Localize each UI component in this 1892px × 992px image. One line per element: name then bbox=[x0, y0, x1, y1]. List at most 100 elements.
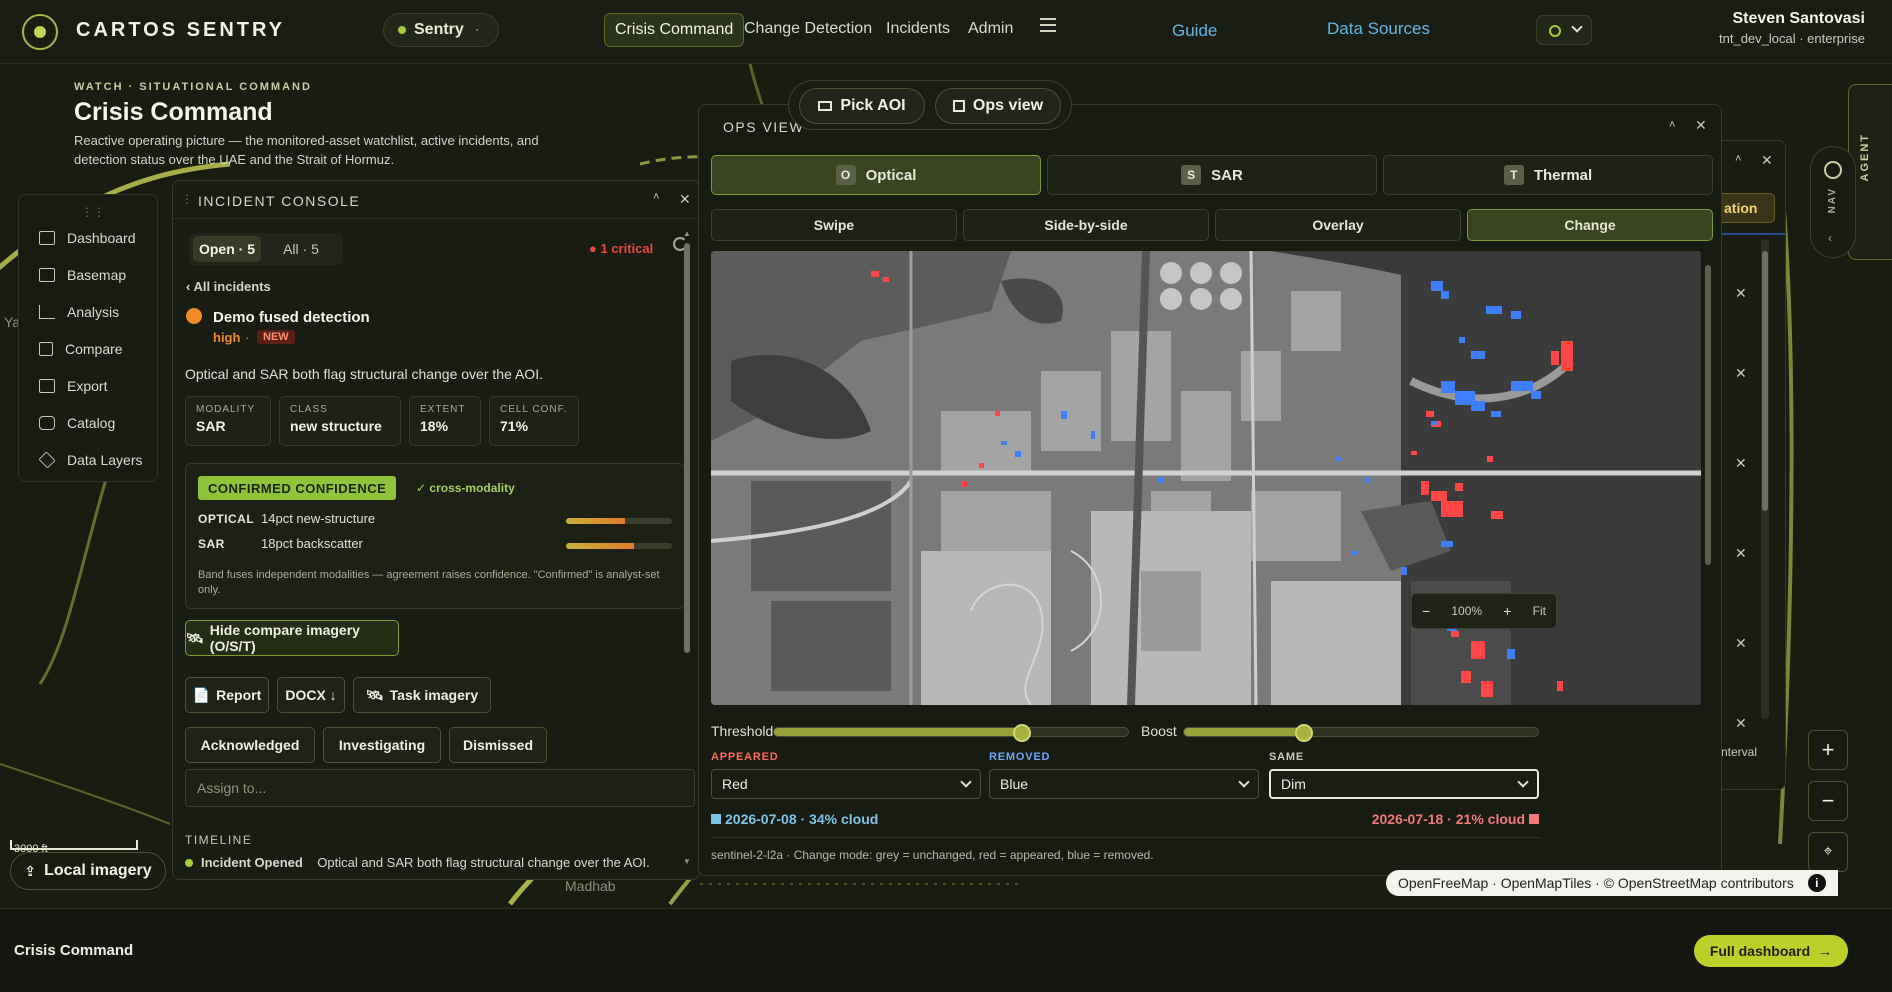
remove-icon[interactable]: ✕ bbox=[1735, 635, 1747, 652]
mode-sar-button[interactable]: S SAR bbox=[1047, 155, 1377, 195]
remove-icon[interactable]: ✕ bbox=[1735, 365, 1747, 382]
tab-change-detection[interactable]: Change Detection bbox=[744, 20, 872, 38]
data-sources-link[interactable]: Data Sources bbox=[1327, 19, 1430, 39]
zoom-out-button[interactable]: − bbox=[1422, 603, 1430, 619]
remove-icon[interactable]: ✕ bbox=[1735, 545, 1747, 562]
incident-console-header[interactable]: ⋮ INCIDENT CONSOLE ˄ ✕ bbox=[173, 181, 699, 219]
tab-open[interactable]: Open · 5 bbox=[193, 236, 261, 262]
zoom-out-button[interactable]: − bbox=[1808, 781, 1848, 821]
catalog-icon bbox=[39, 416, 55, 430]
tab-crisis-command[interactable]: Crisis Command bbox=[604, 13, 745, 47]
dismissed-button[interactable]: Dismissed bbox=[449, 727, 547, 763]
menu-icon[interactable] bbox=[1040, 18, 1056, 32]
info-icon[interactable]: i bbox=[1807, 874, 1826, 892]
boost-slider[interactable] bbox=[1183, 724, 1539, 742]
report-button[interactable]: 📄 Report bbox=[185, 677, 269, 713]
attribution-text[interactable]: OpenFreeMap · OpenMapTiles · © OpenStree… bbox=[1398, 875, 1794, 891]
threshold-label: Threshold bbox=[711, 723, 774, 739]
acknowledged-button[interactable]: Acknowledged bbox=[185, 727, 315, 763]
remove-icon[interactable]: ✕ bbox=[1735, 285, 1747, 302]
watchlist-tab[interactable]: ation bbox=[1717, 193, 1775, 223]
zoom-level: 100% bbox=[1451, 604, 1483, 618]
mode-optical-button[interactable]: O Optical bbox=[711, 155, 1041, 195]
ops-view-button[interactable]: Ops view bbox=[935, 88, 1061, 124]
remove-icon[interactable]: ✕ bbox=[1735, 455, 1747, 472]
compare-side-by-side-button[interactable]: Side-by-side bbox=[963, 209, 1209, 241]
slider-thumb[interactable] bbox=[1012, 724, 1031, 742]
environment-label: Sentry bbox=[414, 21, 464, 38]
assign-input[interactable]: Assign to... bbox=[185, 769, 695, 807]
collapse-icon[interactable]: ˄ bbox=[1669, 119, 1675, 131]
chevron-left-icon[interactable]: ‹ bbox=[1828, 231, 1832, 245]
guide-link[interactable]: Guide bbox=[1172, 21, 1217, 41]
nav-rail[interactable]: NAV ‹ bbox=[1810, 146, 1856, 258]
map-attribution: OpenFreeMap · OpenMapTiles · © OpenStree… bbox=[1386, 870, 1838, 896]
zoom-in-button[interactable]: + bbox=[1808, 730, 1848, 770]
status-toggle[interactable] bbox=[1536, 15, 1592, 45]
mode-label: Thermal bbox=[1533, 166, 1593, 184]
scroll-thumb[interactable] bbox=[684, 243, 690, 653]
sidebar-item-data-layers[interactable]: Data Layers bbox=[19, 445, 159, 475]
user-name[interactable]: Steven Santovasi bbox=[1690, 10, 1866, 28]
remove-icon[interactable]: ✕ bbox=[1735, 715, 1747, 732]
watchlist-scrollbar[interactable] bbox=[1761, 239, 1769, 719]
drag-handle-icon[interactable]: ⋮ bbox=[181, 192, 193, 206]
compare-swipe-button[interactable]: Swipe bbox=[711, 209, 957, 241]
compare-change-button[interactable]: Change bbox=[1467, 209, 1713, 241]
scroll-thumb[interactable] bbox=[1762, 251, 1768, 511]
close-icon[interactable]: ✕ bbox=[1695, 117, 1707, 134]
select-value: Blue bbox=[1000, 776, 1029, 792]
stat-cell-confidence: CELL CONF. 71% bbox=[489, 396, 579, 446]
assign-placeholder: Assign to... bbox=[197, 780, 267, 796]
drag-handle-icon[interactable]: ⋮⋮ bbox=[81, 205, 105, 219]
environment-selector[interactable]: Sentry · bbox=[383, 13, 499, 47]
tab-incidents[interactable]: Incidents bbox=[886, 20, 950, 38]
image-zoom-control: − 100% + Fit bbox=[1411, 593, 1557, 629]
after-date-text: 2026-07-18 · 21% cloud bbox=[1371, 811, 1525, 827]
incident-scrollbar[interactable]: ▲ ▼ bbox=[683, 229, 691, 871]
ops-view-panel: OPS VIEW ˄ ✕ O Optical S SAR T Thermal Swip… bbox=[698, 104, 1722, 876]
stat-value: new structure bbox=[290, 418, 382, 434]
locate-button[interactable]: ⌖ bbox=[1808, 832, 1848, 872]
local-imagery-button[interactable]: ⇪ Local imagery bbox=[10, 852, 166, 890]
tab-admin[interactable]: Admin bbox=[968, 20, 1013, 38]
scroll-down-icon[interactable]: ▼ bbox=[683, 857, 691, 866]
zoom-in-button[interactable]: + bbox=[1503, 603, 1511, 619]
appeared-label: APPEARED bbox=[711, 751, 779, 763]
timeline-entry: Incident Opened Optical and SAR both fla… bbox=[185, 855, 650, 870]
stat-value: SAR bbox=[196, 418, 226, 434]
sar-confidence-bar bbox=[566, 543, 672, 549]
hide-compare-imagery-button[interactable]: 🛰 Hide compare imagery (O/S/T) bbox=[185, 620, 399, 656]
same-color-select[interactable]: Dim bbox=[1269, 769, 1539, 799]
compare-overlay-button[interactable]: Overlay bbox=[1215, 209, 1461, 241]
removed-color-select[interactable]: Blue bbox=[989, 769, 1259, 799]
pick-aoi-button[interactable]: Pick AOI bbox=[799, 88, 925, 124]
stat-class: CLASS new structure bbox=[279, 396, 401, 446]
appeared-color-select[interactable]: Red bbox=[711, 769, 981, 799]
slider-thumb[interactable] bbox=[1295, 724, 1314, 742]
sidebar-item-catalog[interactable]: Catalog bbox=[19, 408, 159, 438]
sidebar-item-label: Dashboard bbox=[67, 230, 136, 246]
scroll-up-icon[interactable]: ▲ bbox=[683, 229, 691, 238]
fit-button[interactable]: Fit bbox=[1533, 604, 1546, 618]
sidebar-item-basemap[interactable]: Basemap bbox=[19, 260, 159, 290]
sidebar-item-dashboard[interactable]: Dashboard bbox=[19, 223, 159, 253]
collapse-icon[interactable]: ˄ bbox=[653, 191, 659, 203]
change-detection-imagery[interactable]: − 100% + Fit bbox=[711, 251, 1701, 705]
docx-download-button[interactable]: DOCX ↓ bbox=[277, 677, 345, 713]
mode-thermal-button[interactable]: T Thermal bbox=[1383, 155, 1713, 195]
sidebar-item-export[interactable]: Export bbox=[19, 371, 159, 401]
investigating-button[interactable]: Investigating bbox=[323, 727, 441, 763]
full-dashboard-button[interactable]: Full dashboard → bbox=[1694, 935, 1848, 967]
close-icon[interactable]: ✕ bbox=[1761, 152, 1773, 169]
collapse-icon[interactable]: ˄ bbox=[1735, 153, 1741, 165]
stat-extent: EXTENT 18% bbox=[409, 396, 481, 446]
task-imagery-button[interactable]: 🛰 Task imagery bbox=[353, 677, 491, 713]
threshold-slider[interactable] bbox=[773, 724, 1129, 742]
sidebar-item-analysis[interactable]: Analysis bbox=[19, 297, 159, 327]
all-incidents-link[interactable]: ‹ All incidents bbox=[186, 279, 271, 294]
sidebar-item-compare[interactable]: Compare bbox=[19, 334, 159, 364]
tab-all[interactable]: All · 5 bbox=[271, 236, 331, 262]
close-icon[interactable]: ✕ bbox=[679, 191, 691, 208]
image-scrollbar[interactable] bbox=[1705, 265, 1711, 565]
